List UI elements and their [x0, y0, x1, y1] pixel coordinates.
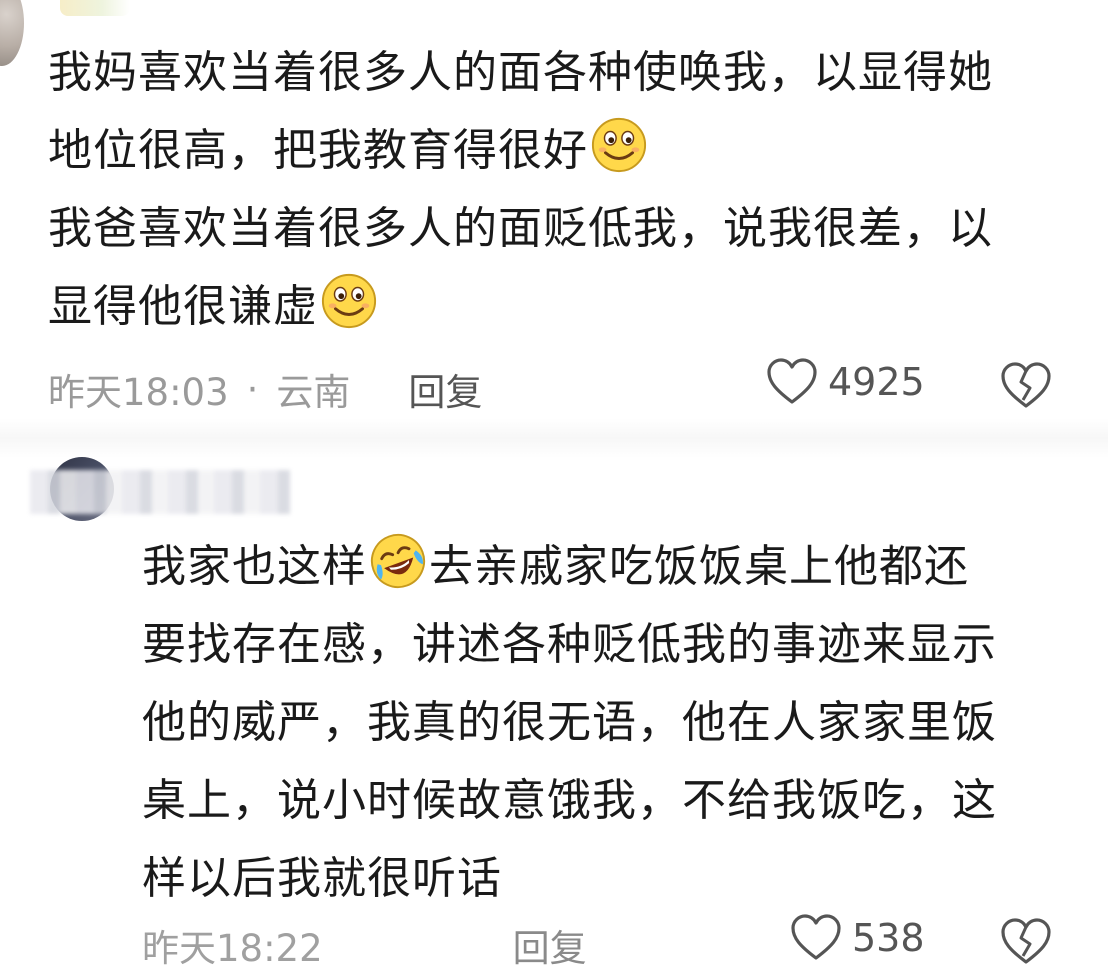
decorative-banner	[60, 0, 130, 16]
broken-heart-icon[interactable]	[1000, 362, 1052, 410]
user2-name-redacted	[30, 470, 290, 514]
reply-button[interactable]: 回复	[513, 918, 587, 972]
like-button[interactable]: 538	[790, 914, 925, 962]
comment-line: 桌上，说小时候故意饿我，不给我饭吃，这	[142, 775, 997, 826]
comment-2-body: 我家也这样 去亲戚家吃饭饭桌上他都还 要找存在感，讲述各种贬低我的事迹来显示 他的…	[142, 528, 1082, 918]
comment-1-meta: 昨天18:03 · 云南 回复	[48, 362, 482, 416]
smile-emoji-icon	[321, 273, 377, 329]
heart-icon	[767, 358, 817, 404]
user1-avatar[interactable]	[0, 0, 24, 66]
comment-line: 我妈喜欢当着很多人的面各种使唤我，以显得她	[48, 47, 993, 98]
comment-line: 要找存在感，讲述各种贬低我的事迹来显示	[142, 619, 997, 670]
comment-line: 样以后我就很听话	[142, 853, 502, 904]
smile-emoji-icon	[591, 117, 647, 173]
heart-icon	[791, 914, 841, 960]
like-count: 4925	[828, 360, 925, 404]
comment-time: 昨天18:03	[48, 371, 229, 414]
like-button[interactable]: 4925	[766, 358, 925, 406]
comment-2-meta: 昨天18:22 回复	[142, 918, 587, 972]
reply-button[interactable]: 回复	[408, 362, 482, 416]
comment-1-body: 我妈喜欢当着很多人的面各种使唤我，以显得她 地位很高，把我教育得很好 我爸喜欢当…	[48, 34, 1088, 346]
comment-line: 我家也这样 去亲戚家吃饭饭桌上他都还	[142, 528, 1082, 606]
comment-location: 云南	[276, 371, 351, 414]
comment-line: 我爸喜欢当着很多人的面贬低我，说我很差，以	[48, 203, 993, 254]
comment-divider	[0, 418, 1108, 458]
meta-separator: ·	[246, 367, 259, 411]
comment-time: 昨天18:22	[142, 927, 323, 970]
like-count: 538	[852, 916, 925, 960]
comment-line: 他的威严，我真的很无语，他在人家家里饭	[142, 697, 997, 748]
comment-line: 地位很高，把我教育得很好	[48, 112, 1088, 190]
broken-heart-icon[interactable]	[1000, 918, 1052, 966]
laugh-cry-emoji-icon	[370, 533, 426, 589]
comment-line: 显得他很谦虚	[48, 268, 1088, 346]
